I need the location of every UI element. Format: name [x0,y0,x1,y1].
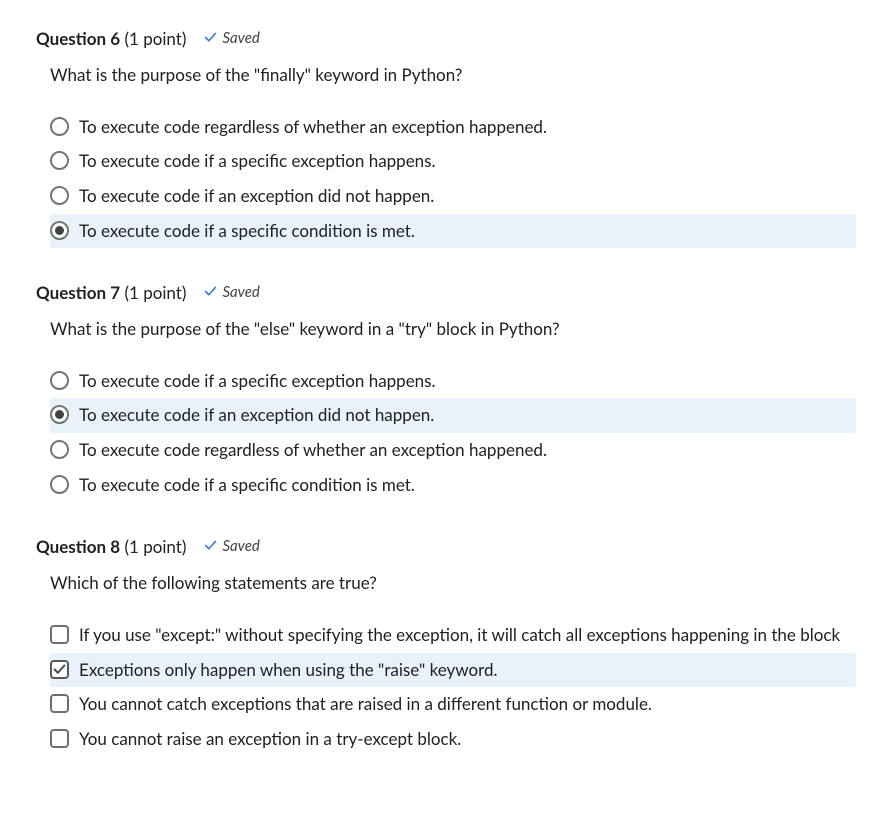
question-header: Question 7 (1 point) Saved [36,282,856,303]
check-icon [204,31,218,45]
option-label: To execute code if a specific condition … [79,219,848,244]
saved-label: Saved [222,283,259,301]
radio-option[interactable]: To execute code if a specific condition … [50,468,856,503]
options-list: To execute code regardless of whether an… [50,110,856,249]
checkbox-option[interactable]: You cannot catch exceptions that are rai… [50,687,856,722]
option-label: To execute code regardless of whether an… [79,115,848,140]
question-title: Question 6 (1 point) [36,28,186,49]
radio-input[interactable] [50,405,69,424]
option-label: To execute code if a specific condition … [79,473,848,498]
question-title: Question 7 (1 point) [36,282,186,303]
question-points: (1 point) [124,536,186,557]
checkbox-input[interactable] [50,694,69,713]
question-number: 6 [110,28,120,49]
option-label: If you use "except:" without specifying … [79,623,848,648]
question-block: Question 6 (1 point) Saved What is the pur… [36,28,856,248]
question-number: 8 [110,536,120,557]
option-label: To execute code regardless of whether an… [79,438,848,463]
checkbox-input[interactable] [50,729,69,748]
checkbox-option[interactable]: Exceptions only happen when using the "r… [50,653,856,688]
question-number-prefix: Question [36,28,110,49]
question-prompt: Which of the following statements are tr… [50,571,856,596]
saved-indicator: Saved [204,29,259,47]
check-icon [204,285,218,299]
question-header: Question 6 (1 point) Saved [36,28,856,49]
option-label: You cannot catch exceptions that are rai… [79,692,848,717]
radio-option[interactable]: To execute code if an exception did not … [50,179,856,214]
question-number: 7 [110,282,120,303]
radio-input[interactable] [50,440,69,459]
option-label: To execute code if an exception did not … [79,184,848,209]
question-number-prefix: Question [36,282,110,303]
radio-option[interactable]: To execute code regardless of whether an… [50,110,856,145]
question-points: (1 point) [124,28,186,49]
question-title: Question 8 (1 point) [36,536,186,557]
option-label: Exceptions only happen when using the "r… [79,658,848,683]
check-icon [204,539,218,553]
saved-indicator: Saved [204,537,259,555]
option-label: To execute code if a specific exception … [79,149,848,174]
option-label: To execute code if a specific exception … [79,369,848,394]
question-block: Question 8 (1 point) Saved Which of the fo… [36,536,856,756]
radio-option[interactable]: To execute code if a specific exception … [50,144,856,179]
option-label: You cannot raise an exception in a try-e… [79,727,848,752]
question-block: Question 7 (1 point) Saved What is the pur… [36,282,856,502]
options-list: To execute code if a specific exception … [50,364,856,503]
radio-input[interactable] [50,475,69,494]
radio-input[interactable] [50,221,69,240]
saved-label: Saved [222,537,259,555]
radio-option[interactable]: To execute code if a specific exception … [50,364,856,399]
option-label: To execute code if an exception did not … [79,403,848,428]
radio-input[interactable] [50,151,69,170]
question-header: Question 8 (1 point) Saved [36,536,856,557]
question-number-prefix: Question [36,536,110,557]
question-prompt: What is the purpose of the "else" keywor… [50,317,856,342]
checkbox-input[interactable] [50,625,69,644]
saved-indicator: Saved [204,283,259,301]
saved-label: Saved [222,29,259,47]
checkbox-input[interactable] [50,660,69,679]
question-points: (1 point) [124,282,186,303]
question-prompt: What is the purpose of the "finally" key… [50,63,856,88]
radio-input[interactable] [50,117,69,136]
radio-option[interactable]: To execute code regardless of whether an… [50,433,856,468]
radio-option[interactable]: To execute code if a specific condition … [50,214,856,249]
options-list: If you use "except:" without specifying … [50,618,856,757]
radio-input[interactable] [50,371,69,390]
radio-input[interactable] [50,186,69,205]
checkbox-option[interactable]: You cannot raise an exception in a try-e… [50,722,856,757]
radio-option[interactable]: To execute code if an exception did not … [50,398,856,433]
checkbox-option[interactable]: If you use "except:" without specifying … [50,618,856,653]
